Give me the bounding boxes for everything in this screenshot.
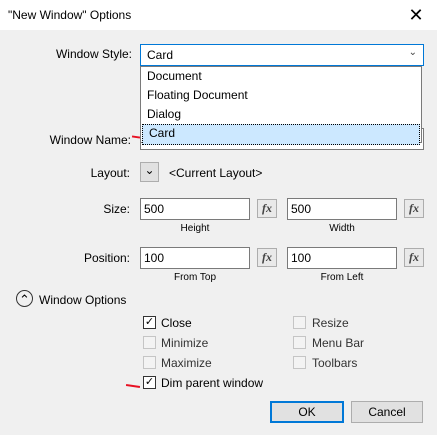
width-label: Width (329, 223, 355, 234)
window-style-dropdown: Document Floating Document Dialog Card (140, 66, 422, 145)
width-field[interactable] (287, 198, 397, 220)
dropdown-option[interactable]: Floating Document (141, 86, 421, 105)
cancel-button[interactable]: Cancel (351, 401, 423, 423)
window-name-label: Window Name: (49, 133, 131, 147)
from-left-label: From Left (320, 272, 364, 283)
toolbars-checkbox-label: Toolbars (312, 356, 358, 370)
position-label: Position: (83, 251, 130, 265)
height-fx-button[interactable]: fx (257, 199, 277, 218)
from-top-fx-button[interactable]: fx (257, 248, 277, 267)
ok-button[interactable]: OK (270, 401, 344, 423)
window-options-label: Window Options (39, 293, 127, 307)
chevron-down-icon: ⌄ (408, 47, 417, 58)
maximize-checkbox-label: Maximize (161, 356, 212, 370)
size-label: Size: (103, 202, 130, 216)
window-style-label: Window Style: (55, 47, 132, 61)
layout-menu-button[interactable]: ⌄ (140, 162, 159, 182)
window-style-select[interactable]: Card ⌄ (140, 44, 424, 66)
from-top-field[interactable] (140, 247, 250, 269)
collapse-toggle-icon[interactable]: ⌃ (16, 290, 33, 307)
dim-parent-checkbox[interactable]: ✓ (143, 376, 156, 389)
dropdown-option[interactable]: Document (141, 67, 421, 86)
window-title: "New Window" Options (8, 8, 132, 22)
from-top-label: From Top (173, 272, 217, 283)
layout-label: Layout: (90, 166, 130, 180)
height-field[interactable] (140, 198, 250, 220)
toolbars-checkbox[interactable] (293, 356, 306, 369)
resize-checkbox-label: Resize (312, 316, 349, 330)
layout-value: <Current Layout> (169, 166, 263, 180)
close-icon[interactable]: ✕ (403, 3, 429, 27)
close-checkbox-label: Close (161, 316, 192, 330)
height-label: Height (180, 223, 210, 234)
dropdown-option-selected[interactable]: Card (142, 124, 420, 145)
from-left-field[interactable] (287, 247, 397, 269)
width-fx-button[interactable]: fx (404, 199, 424, 218)
maximize-checkbox[interactable] (143, 356, 156, 369)
menu-bar-checkbox-label: Menu Bar (312, 336, 365, 350)
window-style-value: Card (147, 48, 174, 62)
dim-parent-checkbox-label: Dim parent window (161, 376, 264, 390)
resize-checkbox[interactable] (293, 316, 306, 329)
from-left-fx-button[interactable]: fx (404, 248, 424, 267)
annotation-mark (131, 135, 141, 139)
close-checkbox[interactable]: ✓ (143, 316, 156, 329)
annotation-mark (125, 384, 141, 388)
minimize-checkbox[interactable] (143, 336, 156, 349)
title-bar: "New Window" Options ✕ (0, 0, 437, 30)
menu-bar-checkbox[interactable] (293, 336, 306, 349)
minimize-checkbox-label: Minimize (161, 336, 209, 350)
dropdown-option[interactable]: Dialog (141, 105, 421, 124)
